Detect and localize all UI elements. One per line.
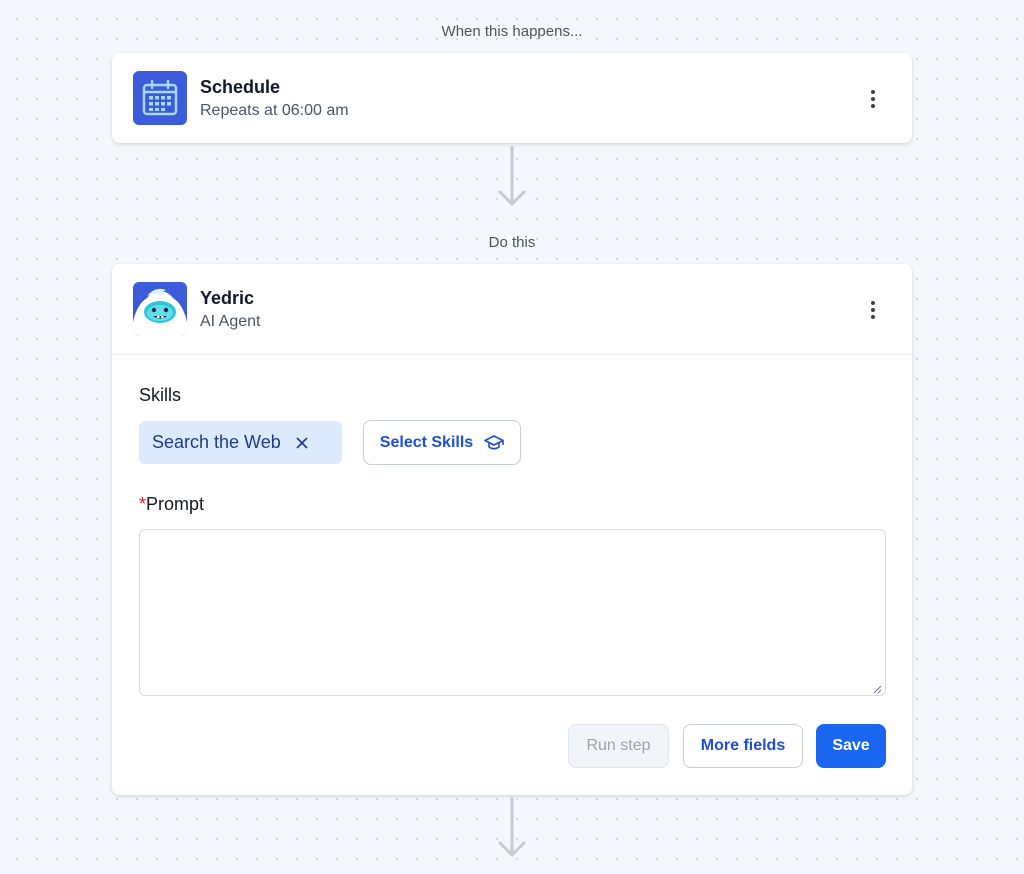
kebab-menu-icon: [871, 90, 875, 108]
trigger-more-menu-button[interactable]: [858, 84, 888, 114]
action-subtitle: AI Agent: [200, 313, 261, 330]
skills-label: Skills: [139, 385, 182, 405]
graduation-cap-icon: [484, 434, 504, 450]
save-button[interactable]: Save: [816, 724, 886, 768]
required-mark: *: [139, 494, 147, 514]
action-step-card: Yedric AI Agent Skills Search the Web Se…: [112, 264, 912, 795]
select-skills-label: Select Skills: [379, 433, 474, 451]
card-divider: [112, 354, 912, 355]
down-arrow-icon: [498, 146, 526, 206]
prompt-label: *Prompt: [139, 494, 204, 515]
trigger-subtitle: Repeats at 06:00 am: [200, 102, 349, 119]
skill-chip-search-web: Search the Web: [139, 421, 342, 464]
trigger-title: Schedule: [200, 77, 281, 97]
action-title: Yedric: [200, 288, 255, 308]
trigger-step-card[interactable]: Schedule Repeats at 06:00 am: [112, 53, 912, 143]
skill-chip-label: Search the Web: [152, 432, 281, 452]
action-caption: Do this: [488, 234, 536, 251]
prompt-label-text: Prompt: [146, 494, 205, 514]
yeti-agent-icon: [133, 282, 187, 336]
action-more-menu-button[interactable]: [858, 295, 888, 325]
calendar-icon: [133, 71, 187, 125]
close-icon: [296, 436, 308, 449]
more-fields-button[interactable]: More fields: [683, 724, 803, 768]
kebab-menu-icon: [871, 301, 875, 319]
down-arrow-icon: [498, 797, 526, 857]
trigger-caption: When this happens...: [441, 23, 583, 40]
select-skills-button[interactable]: Select Skills: [363, 420, 521, 465]
prompt-textarea[interactable]: [139, 529, 886, 696]
remove-skill-button[interactable]: [295, 436, 309, 450]
run-step-button[interactable]: Run step: [568, 724, 669, 768]
resize-handle-icon[interactable]: [872, 684, 882, 694]
